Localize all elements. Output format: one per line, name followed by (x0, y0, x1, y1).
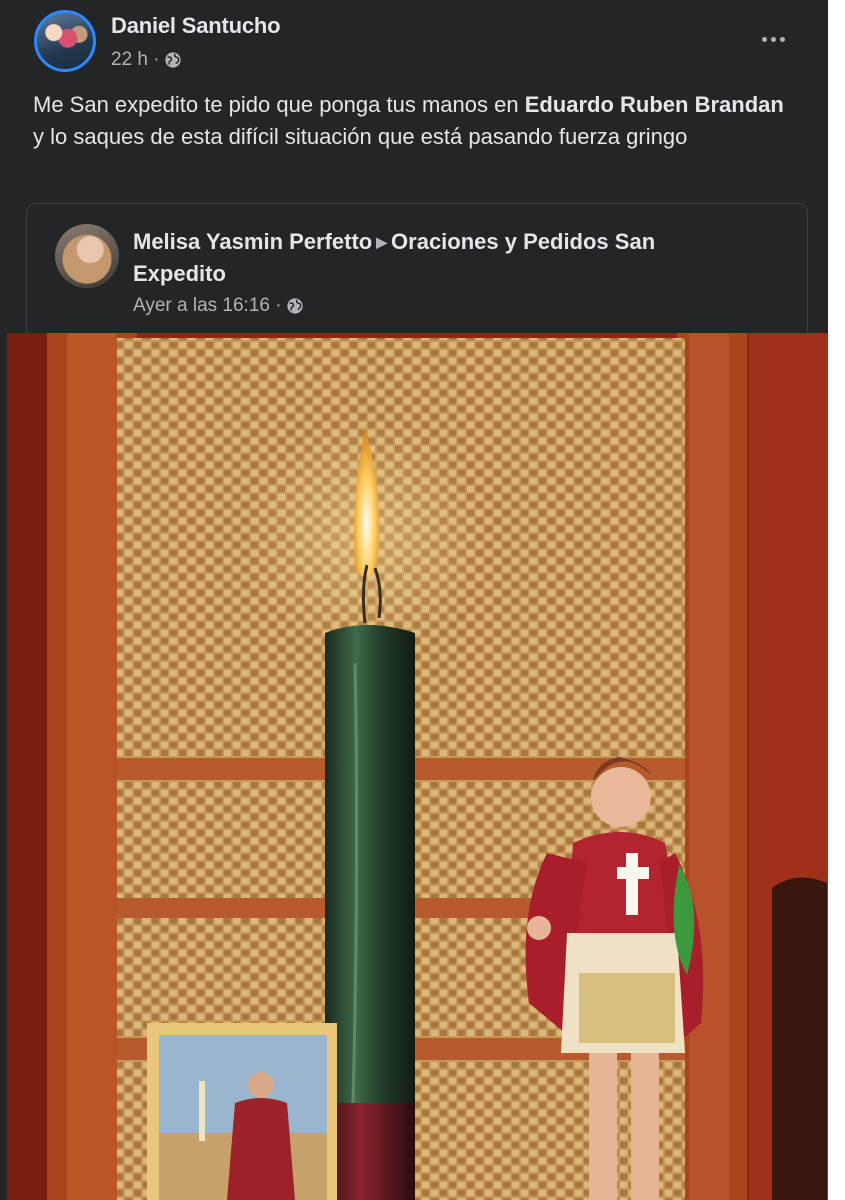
shared-author-avatar[interactable] (55, 224, 119, 288)
globe-icon (164, 52, 181, 68)
shared-post-header: Melisa Yasmin Perfetto ▶ Oraciones y Pedid… (133, 226, 733, 290)
post-timestamp[interactable]: 22 h · (111, 49, 160, 71)
triangle-right-icon: ▶ (376, 234, 388, 250)
post-text: Me San expedito te pido que ponga tus ma… (33, 92, 784, 149)
shared-post-timestamp[interactable]: Ayer a las 16:16 · (133, 295, 282, 317)
post-photo[interactable] (7, 333, 828, 1200)
feed-post: Daniel Santucho 22 h · Me San expedito t… (0, 0, 828, 1200)
globe-icon (286, 298, 303, 314)
shared-post-card[interactable]: Melisa Yasmin Perfetto ▶ Oraciones y Pedid… (26, 203, 808, 343)
altar-photo-illustration (7, 333, 828, 1200)
author-name[interactable]: Daniel Santucho (111, 13, 281, 39)
more-options-icon[interactable] (756, 30, 790, 48)
shared-author-name[interactable]: Melisa Yasmin Perfetto (133, 229, 372, 254)
post-meta: 22 h · (111, 49, 182, 71)
author-avatar[interactable] (34, 10, 96, 72)
tagged-person-link[interactable]: Eduardo Ruben Brandan (525, 92, 784, 117)
shared-post-meta: Ayer a las 16:16 · (133, 295, 304, 317)
